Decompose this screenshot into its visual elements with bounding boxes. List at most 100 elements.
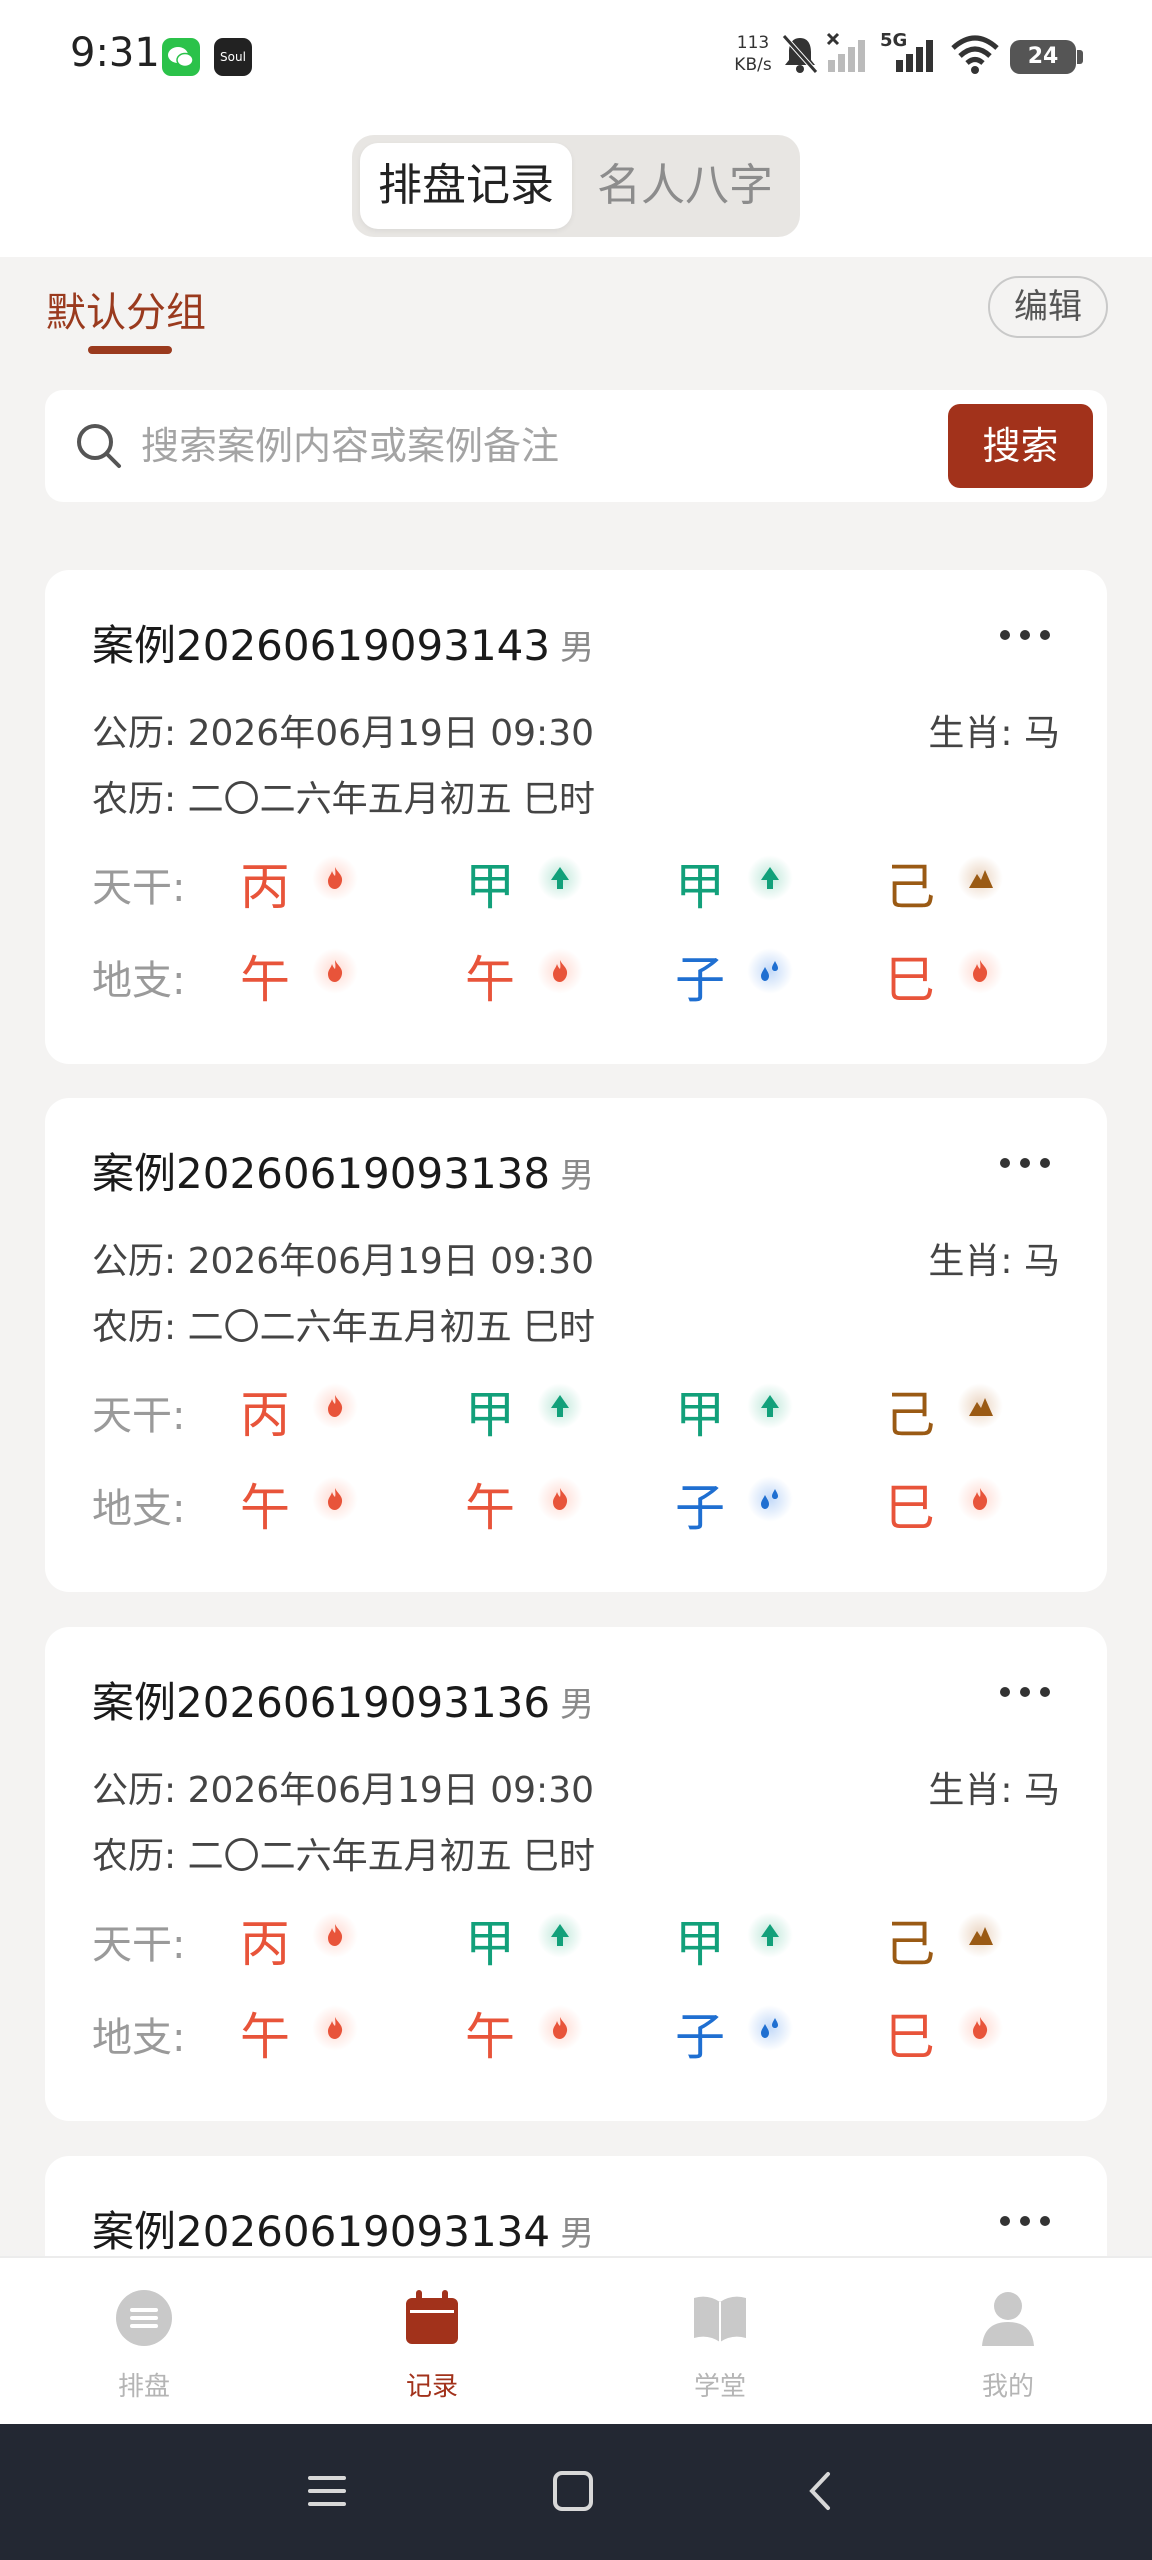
edit-button[interactable]: 编辑 — [988, 276, 1108, 338]
case-zodiac: 生肖: 马 — [928, 713, 1060, 754]
more-options-icon[interactable] — [1000, 1158, 1060, 1170]
case-lunar-date: 农历: 二〇二六年五月初五 巳时 — [92, 1836, 596, 1877]
search-icon — [77, 424, 121, 468]
net-speed-unit: KB/s — [734, 55, 772, 75]
bottom-nav: 排盘 记录 学堂 我的 — [0, 2256, 1152, 2424]
tab-celebrity-bazi[interactable]: 名人八字 — [578, 143, 792, 229]
fire-element-icon — [312, 2005, 358, 2051]
fire-element-icon — [537, 2005, 583, 2051]
signal-no-sim-icon — [826, 32, 865, 72]
search-input[interactable] — [141, 418, 661, 474]
wood-element-icon — [537, 1912, 583, 1958]
branches-label: 地支: — [92, 2015, 186, 2061]
fire-element-icon — [957, 1476, 1003, 1522]
back-icon[interactable] — [800, 2470, 842, 2512]
nav-label-school: 学堂 — [693, 2372, 746, 2402]
branch-char: 子 — [675, 1479, 725, 1537]
water-element-icon — [747, 948, 793, 994]
fire-element-icon — [312, 1476, 358, 1522]
nav-label-mine: 我的 — [981, 2372, 1034, 2402]
water-element-icon — [747, 1476, 793, 1522]
fire-element-icon — [537, 1476, 583, 1522]
case-card[interactable]: 案例20260619093136 男公历: 2026年06月19日 09:30 生肖… — [45, 1627, 1107, 2121]
case-solar-date: 公历: 2026年06月19日 09:30 — [92, 713, 594, 754]
case-gender: 男 — [560, 2214, 594, 2254]
fire-element-icon — [312, 1912, 358, 1958]
nav-label-records: 记录 — [405, 2372, 458, 2402]
branch-char: 午 — [240, 1479, 290, 1537]
branch-char: 午 — [465, 1479, 515, 1537]
user-icon — [982, 2292, 1034, 2346]
case-title: 案例20260619093134 — [92, 2207, 551, 2256]
earth-element-icon — [957, 855, 1003, 901]
search-bar: 搜索 — [45, 390, 1107, 502]
status-time: 9:31 — [70, 30, 160, 76]
case-card[interactable]: 案例20260619093143 男公历: 2026年06月19日 09:30 生肖… — [45, 570, 1107, 1064]
group-tab-default[interactable]: 默认分组 — [46, 280, 206, 338]
earth-element-icon — [957, 1912, 1003, 1958]
nav-item-school[interactable]: 学堂 — [660, 2288, 780, 2408]
branch-char: 巳 — [885, 2008, 935, 2066]
water-element-icon — [747, 2005, 793, 2051]
wifi-icon — [951, 35, 999, 74]
home-icon[interactable] — [552, 2470, 594, 2512]
stem-char: 丙 — [240, 1915, 290, 1973]
nav-item-records[interactable]: 记录 — [372, 2288, 492, 2408]
branch-char: 午 — [240, 951, 290, 1009]
branches-label: 地支: — [92, 1486, 186, 1532]
case-solar-date: 公历: 2026年06月19日 09:30 — [92, 1241, 594, 1282]
branch-char: 午 — [465, 2008, 515, 2066]
branch-char: 子 — [675, 951, 725, 1009]
fire-element-icon — [957, 948, 1003, 994]
stem-char: 甲 — [675, 1915, 725, 1973]
fire-element-icon — [312, 1383, 358, 1429]
case-zodiac: 生肖: 马 — [928, 1770, 1060, 1811]
stem-char: 甲 — [675, 1386, 725, 1444]
search-button[interactable]: 搜索 — [948, 404, 1093, 488]
stem-char: 己 — [885, 858, 935, 916]
top-segmented-control: 排盘记录 名人八字 — [352, 135, 800, 237]
fire-element-icon — [537, 948, 583, 994]
wood-element-icon — [747, 855, 793, 901]
group-tab-indicator — [88, 346, 172, 354]
more-options-icon[interactable] — [1000, 630, 1060, 642]
branches-label: 地支: — [92, 958, 186, 1004]
stem-char: 己 — [885, 1915, 935, 1973]
chart-disc-icon — [116, 2290, 172, 2346]
case-solar-date: 公历: 2026年06月19日 09:30 — [92, 1770, 594, 1811]
branch-char: 午 — [465, 951, 515, 1009]
nav-label-paipan: 排盘 — [117, 2372, 170, 2402]
stem-char: 丙 — [240, 858, 290, 916]
soul-icon: Soul — [214, 38, 252, 76]
nav-item-mine[interactable]: 我的 — [948, 2288, 1068, 2408]
net-speed-value: 113 — [736, 33, 770, 53]
stems-label: 天干: — [92, 1393, 186, 1439]
case-gender: 男 — [560, 1685, 594, 1725]
case-title: 案例20260619093143 — [92, 621, 551, 670]
wood-element-icon — [537, 1383, 583, 1429]
more-options-icon[interactable] — [1000, 1687, 1060, 1699]
case-lunar-date: 农历: 二〇二六年五月初五 巳时 — [92, 779, 596, 820]
system-nav-bar — [0, 2424, 1152, 2560]
menu-icon[interactable] — [306, 2470, 348, 2512]
fire-element-icon — [957, 2005, 1003, 2051]
tab-paipan-records[interactable]: 排盘记录 — [360, 143, 572, 229]
nav-item-paipan[interactable]: 排盘 — [84, 2288, 204, 2408]
wood-element-icon — [537, 855, 583, 901]
stem-char: 甲 — [465, 1915, 515, 1973]
case-card[interactable]: 案例20260619093138 男公历: 2026年06月19日 09:30 生肖… — [45, 1098, 1107, 1592]
stem-char: 甲 — [675, 858, 725, 916]
case-gender: 男 — [560, 628, 594, 668]
stem-char: 甲 — [465, 858, 515, 916]
case-title: 案例20260619093136 — [92, 1678, 551, 1727]
status-bar: 9:31 Soul 113 KB/s 5G 24 — [0, 0, 1152, 115]
branch-char: 子 — [675, 2008, 725, 2066]
more-options-icon[interactable] — [1000, 2216, 1060, 2228]
branch-char: 巳 — [885, 1479, 935, 1537]
stems-label: 天干: — [92, 1922, 186, 1968]
branch-char: 午 — [240, 2008, 290, 2066]
net-speed: 113 KB/s — [728, 32, 778, 76]
stem-char: 己 — [885, 1386, 935, 1444]
fire-element-icon — [312, 855, 358, 901]
stem-char: 丙 — [240, 1386, 290, 1444]
